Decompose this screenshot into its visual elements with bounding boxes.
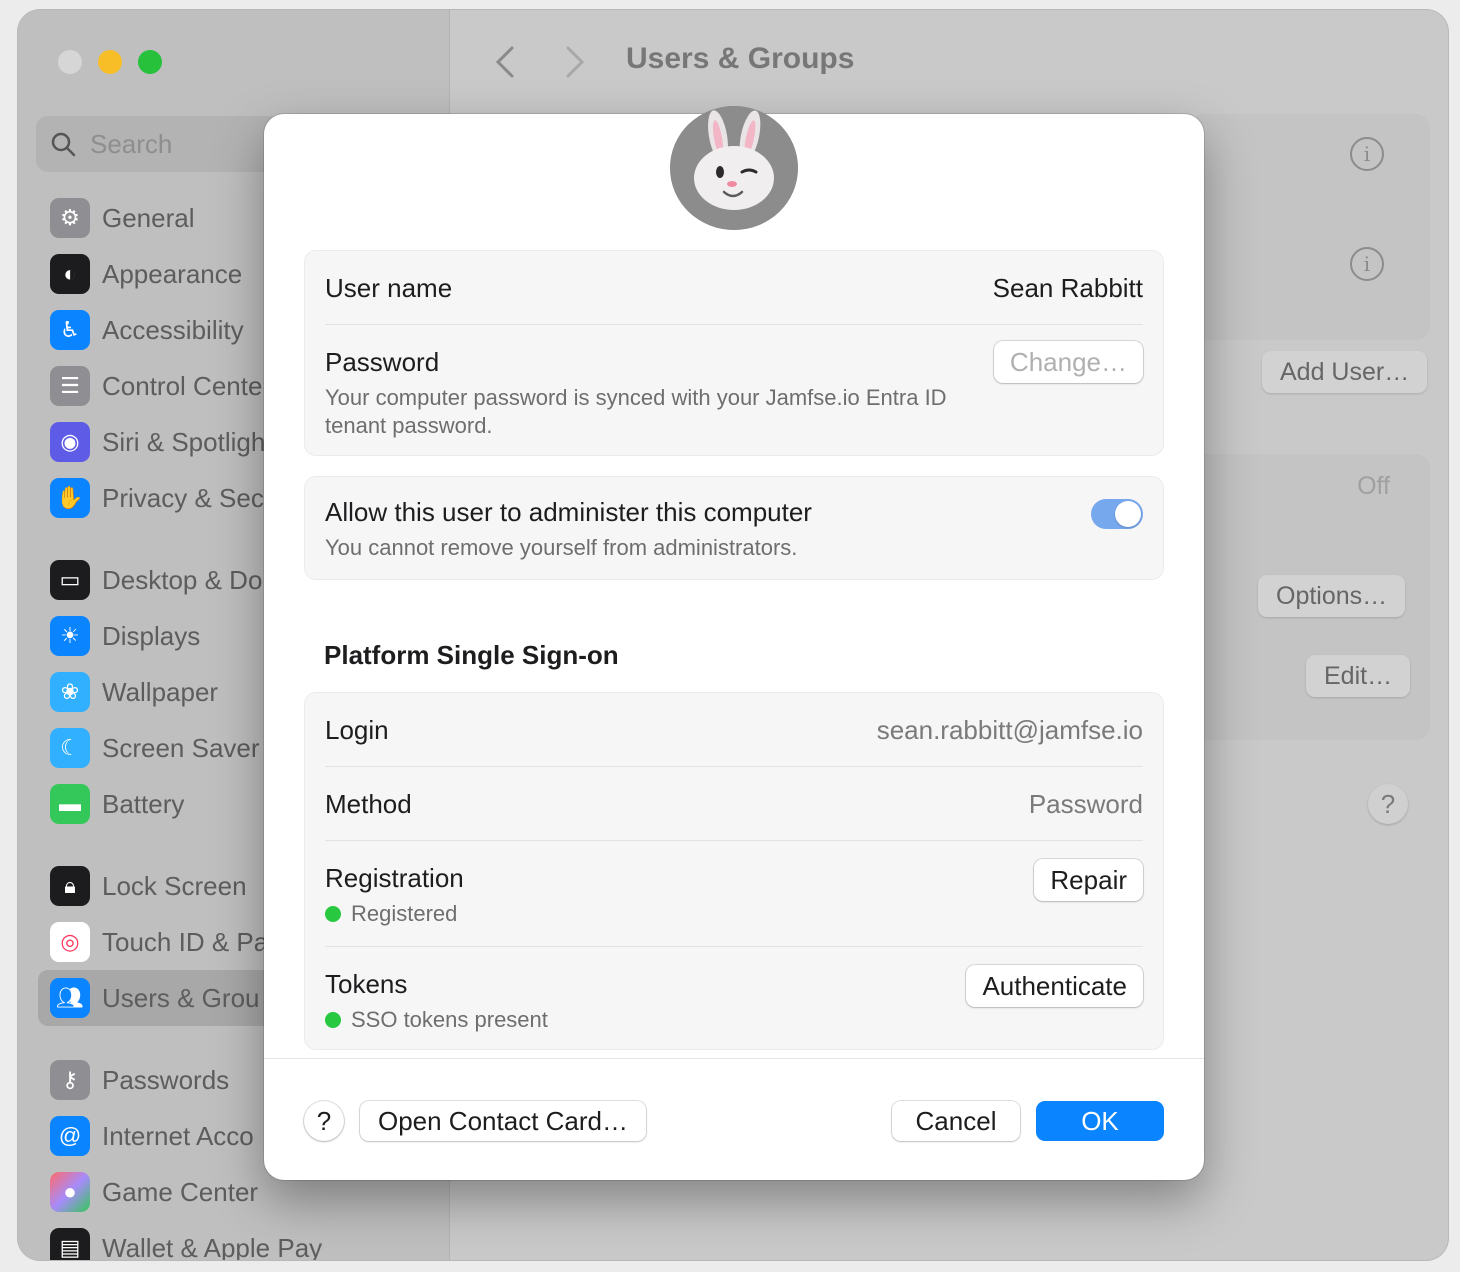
- sidebar-item-label: General: [102, 202, 195, 233]
- zoom-button[interactable]: [138, 50, 162, 74]
- sidebar-item-label: Game Center: [102, 1176, 259, 1207]
- sidebar-item-label: Wallet & Apple Pay: [102, 1232, 323, 1261]
- bunny-memoji-icon: [670, 106, 798, 230]
- method-row: Method Password: [325, 767, 1143, 841]
- admin-description: You cannot remove yourself from administ…: [325, 535, 798, 560]
- psso-card: Login sean.rabbitt@jamfse.io Method Pass…: [304, 692, 1164, 1050]
- info-icon[interactable]: i: [1350, 247, 1384, 281]
- search-icon: [51, 132, 76, 157]
- registration-row: Registration Registered Repair: [325, 841, 1143, 947]
- account-card: User name Sean Rabbitt Password Your com…: [304, 250, 1164, 456]
- sidebar-item-label: Privacy & Sec: [102, 482, 264, 513]
- forward-chevron-icon[interactable]: [560, 42, 590, 82]
- wallet-icon: ▤: [50, 1228, 90, 1260]
- sidebar-item-label: Battery: [102, 788, 185, 819]
- sidebar-item-wallet[interactable]: ▤ Wallet & Apple Pay: [38, 1220, 438, 1260]
- hand-icon: ✋: [50, 478, 90, 518]
- tokens-text: Tokens SSO tokens present: [325, 969, 548, 1034]
- sidebar-item-label: Touch ID & Pa: [102, 926, 269, 957]
- page-title: Users & Groups: [626, 42, 855, 75]
- username-label: User name: [325, 273, 453, 303]
- appearance-icon: ◐: [50, 254, 90, 294]
- admin-card: Allow this user to administer this compu…: [304, 476, 1164, 580]
- sidebar-item-label: Lock Screen: [102, 870, 247, 901]
- window-controls: [58, 50, 162, 74]
- at-icon: @: [50, 1116, 90, 1156]
- psso-section-title: Platform Single Sign-on: [324, 640, 619, 670]
- tokens-row: Tokens SSO tokens present Authenticate: [325, 947, 1143, 1049]
- status-dot-icon: [325, 906, 341, 922]
- sidebar-item-label: Passwords: [102, 1064, 230, 1095]
- admin-toggle[interactable]: [1091, 499, 1143, 529]
- lock-icon: 🔒︎: [50, 866, 90, 906]
- help-button[interactable]: ?: [1368, 784, 1408, 824]
- sidebar-item-label: Control Cente: [102, 370, 263, 401]
- login-value: sean.rabbitt@jamfse.io: [876, 715, 1143, 745]
- admin-row: Allow this user to administer this compu…: [325, 477, 1143, 579]
- sidebar-item-label: Screen Saver: [102, 732, 260, 763]
- sidebar-item-label: Displays: [102, 620, 201, 651]
- ok-button[interactable]: OK: [1036, 1101, 1164, 1141]
- status-dot-icon: [325, 1012, 341, 1028]
- sun-icon: ☀: [50, 616, 90, 656]
- user-details-dialog: User name Sean Rabbitt Password Your com…: [264, 106, 1204, 1180]
- search-placeholder: Search: [90, 128, 173, 159]
- user-avatar[interactable]: [670, 106, 798, 230]
- flower-icon: ❀: [50, 672, 90, 712]
- cancel-button[interactable]: Cancel: [892, 1101, 1020, 1141]
- registration-status: Registered: [325, 900, 464, 928]
- battery-icon: ▬: [50, 784, 90, 824]
- username-row: User name Sean Rabbitt: [325, 251, 1143, 325]
- info-icon[interactable]: i: [1350, 137, 1384, 171]
- siri-icon: ◉: [50, 422, 90, 462]
- close-button[interactable]: [58, 50, 82, 74]
- change-password-button[interactable]: Change…: [993, 341, 1143, 383]
- options-button[interactable]: Options…: [1258, 575, 1406, 617]
- screen-saver-icon: ☾: [50, 728, 90, 768]
- username-value: Sean Rabbitt: [992, 273, 1143, 303]
- control-center-icon: ☰: [50, 366, 90, 406]
- password-text: Password Your computer password is synce…: [325, 347, 985, 440]
- registration-status-text: Registered: [351, 901, 458, 926]
- method-label: Method: [325, 789, 412, 819]
- authenticate-button[interactable]: Authenticate: [966, 965, 1143, 1007]
- dialog-footer: ? Open Contact Card… Cancel OK: [264, 1058, 1204, 1180]
- sidebar-item-label: Appearance: [102, 258, 243, 289]
- back-chevron-icon[interactable]: [490, 42, 520, 82]
- auto-login-value[interactable]: Off: [1357, 472, 1390, 501]
- registration-label: Registration: [325, 863, 464, 893]
- tokens-label: Tokens: [325, 969, 408, 999]
- fingerprint-icon: ◎: [50, 922, 90, 962]
- login-row: Login sean.rabbitt@jamfse.io: [325, 693, 1143, 767]
- repair-button[interactable]: Repair: [1034, 859, 1143, 901]
- tokens-status-text: SSO tokens present: [351, 1007, 548, 1032]
- password-description: Your computer password is synced with yo…: [325, 385, 947, 438]
- login-label: Login: [325, 715, 389, 745]
- method-value: Password: [1028, 789, 1143, 819]
- add-user-button[interactable]: Add User…: [1262, 351, 1428, 393]
- sidebar-item-label: Users & Grou: [102, 982, 260, 1013]
- sidebar-item-label: Siri & Spotligh: [102, 426, 266, 457]
- password-label: Password: [325, 347, 440, 377]
- open-contact-card-button[interactable]: Open Contact Card…: [360, 1101, 646, 1141]
- help-button[interactable]: ?: [304, 1101, 344, 1141]
- gear-icon: ⚙: [50, 198, 90, 238]
- tokens-status: SSO tokens present: [325, 1006, 548, 1034]
- background-user-panel: [1190, 114, 1430, 340]
- admin-text: Allow this user to administer this compu…: [325, 497, 812, 562]
- sidebar-item-label: Accessibility: [102, 314, 244, 345]
- sidebar-item-label: Desktop & Do: [102, 564, 263, 595]
- password-row: Password Your computer password is synce…: [325, 325, 1143, 455]
- desktop-icon: ▭: [50, 560, 90, 600]
- sidebar-item-label: Wallpaper: [102, 676, 219, 707]
- sidebar-item-label: Internet Acco: [102, 1120, 254, 1151]
- key-icon: ⚷: [50, 1060, 90, 1100]
- minimize-button[interactable]: [98, 50, 122, 74]
- users-icon: 👥︎: [50, 978, 90, 1018]
- registration-text: Registration Registered: [325, 863, 464, 928]
- edit-button[interactable]: Edit…: [1306, 655, 1411, 697]
- accessibility-icon: ♿: [50, 310, 90, 350]
- admin-label: Allow this user to administer this compu…: [325, 497, 812, 527]
- game-center-icon: ●: [50, 1172, 90, 1212]
